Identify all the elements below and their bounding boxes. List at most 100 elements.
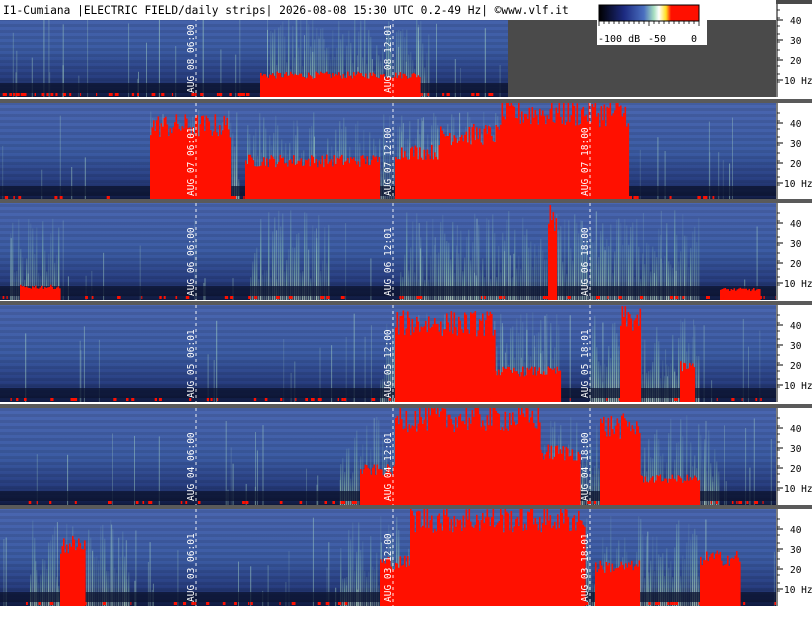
red-energy-column	[420, 157, 423, 200]
red-energy-column	[72, 535, 74, 606]
axis-tick-label: 30	[790, 139, 802, 150]
baseline-noise	[20, 93, 25, 96]
red-energy-column	[686, 369, 688, 402]
red-energy-column	[284, 163, 286, 200]
red-energy-column	[467, 329, 469, 402]
red-energy-column	[303, 76, 306, 97]
red-energy-column	[620, 325, 622, 402]
red-energy-column	[263, 157, 265, 200]
baseline-noise	[404, 602, 406, 605]
baseline-noise	[674, 398, 678, 401]
baseline-noise	[597, 196, 601, 199]
red-energy-column	[398, 424, 400, 505]
red-energy-column	[531, 509, 534, 606]
red-energy-column	[598, 569, 600, 606]
baseline-noise	[530, 398, 534, 401]
red-energy-column	[395, 562, 397, 606]
red-energy-column	[452, 141, 454, 200]
red-energy-column	[273, 159, 276, 200]
red-energy-column	[320, 164, 322, 200]
red-energy-column	[258, 166, 261, 200]
red-energy-column	[501, 514, 504, 606]
baseline-noise	[432, 398, 436, 401]
baseline-noise	[636, 196, 639, 199]
strip-aug-03: AUG 03 06:01 AUG 03 12:00 AUG 03 18:01 40 30…	[0, 505, 812, 606]
red-energy-column	[408, 77, 411, 97]
axis-tick-label: 30	[790, 239, 802, 250]
red-energy-column	[323, 167, 325, 200]
red-energy-column	[429, 328, 432, 402]
red-energy-column	[522, 413, 525, 505]
red-energy-column	[612, 429, 614, 505]
red-energy-column	[553, 456, 556, 505]
baseline-noise	[736, 501, 738, 504]
red-energy-column	[641, 475, 644, 505]
baseline-noise	[238, 93, 241, 96]
red-energy-column	[601, 423, 604, 505]
baseline-noise	[697, 196, 701, 199]
red-energy-column	[557, 514, 559, 606]
baseline-noise	[243, 196, 245, 199]
red-energy-column	[432, 159, 435, 200]
red-energy-column	[359, 73, 361, 97]
red-energy-column	[623, 113, 625, 200]
baseline-noise	[135, 501, 139, 504]
red-energy-column	[540, 449, 542, 505]
red-energy-column	[483, 335, 486, 402]
red-energy-column	[57, 286, 60, 300]
red-energy-column	[474, 140, 477, 200]
red-energy-column	[510, 425, 513, 505]
red-energy-column	[611, 115, 613, 200]
red-energy-column	[619, 438, 622, 505]
red-energy-column	[734, 555, 737, 606]
red-energy-column	[183, 128, 185, 200]
red-energy-column	[662, 481, 665, 505]
baseline-noise	[593, 501, 596, 504]
red-energy-column	[514, 371, 517, 402]
red-energy-column	[458, 416, 460, 505]
red-energy-column	[555, 446, 557, 505]
axis-tick-label: 10 Hz	[784, 381, 812, 392]
red-energy-column	[467, 429, 469, 505]
baseline-noise	[85, 296, 88, 299]
red-energy-column	[380, 74, 382, 97]
red-energy-column	[638, 560, 641, 606]
red-energy-column	[462, 141, 465, 200]
baseline-noise	[91, 296, 94, 299]
baseline-noise	[667, 602, 670, 605]
red-energy-column	[246, 163, 249, 200]
red-energy-column	[452, 424, 454, 505]
baseline-noise	[639, 296, 643, 299]
baseline-noise	[49, 501, 52, 504]
red-energy-column	[354, 160, 357, 200]
red-energy-column	[479, 319, 481, 402]
red-energy-column	[432, 532, 435, 606]
baseline-noise	[745, 296, 748, 299]
red-energy-column	[528, 107, 531, 200]
red-energy-column	[465, 509, 468, 606]
red-energy-column	[306, 160, 309, 200]
red-energy-column	[336, 157, 339, 200]
red-energy-column	[435, 531, 438, 606]
baseline-noise	[295, 398, 297, 401]
red-energy-column	[437, 515, 439, 606]
time-label: AUG 06 18:00	[580, 227, 591, 296]
axis-tick-label: 40	[790, 525, 802, 536]
red-energy-column	[174, 122, 176, 200]
red-energy-column	[404, 151, 406, 200]
red-energy-column	[438, 145, 441, 200]
red-energy-column	[549, 367, 551, 402]
red-energy-column	[293, 155, 295, 200]
red-energy-column	[531, 366, 533, 402]
red-energy-column	[440, 126, 442, 200]
red-energy-column	[257, 166, 259, 200]
baseline-noise	[49, 602, 54, 605]
red-energy-column	[509, 105, 511, 200]
red-energy-column	[671, 474, 674, 505]
red-energy-column	[456, 335, 459, 402]
baseline-noise	[361, 93, 364, 96]
baseline-noise	[475, 602, 480, 605]
red-energy-column	[501, 427, 504, 505]
red-energy-column	[507, 366, 509, 402]
red-energy-column	[339, 156, 342, 200]
